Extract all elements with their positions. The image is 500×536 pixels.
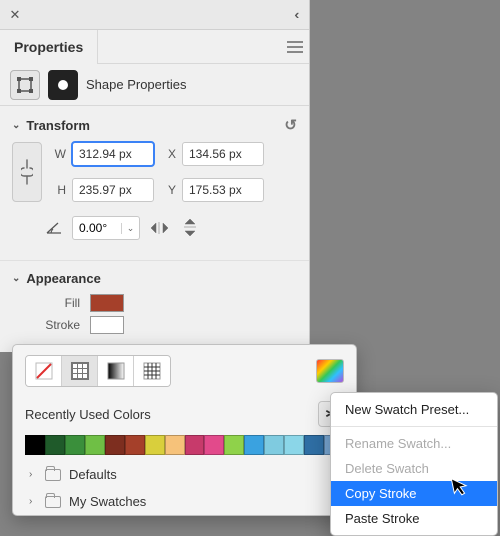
recent-swatch[interactable] [284, 435, 304, 455]
y-label: Y [160, 183, 176, 197]
chevron-down-icon[interactable]: ⌄ [12, 120, 20, 131]
menu-item[interactable]: New Swatch Preset... [331, 397, 497, 422]
chevron-down-icon[interactable]: ⌄ [12, 273, 20, 284]
recent-swatch[interactable] [165, 435, 185, 455]
appearance-section: ⌄ Appearance Fill Stroke [0, 261, 309, 352]
transform-heading: Transform [26, 118, 90, 133]
x-label: X [160, 147, 176, 161]
width-field[interactable]: 312.94 px [72, 142, 154, 166]
gradient-icon[interactable] [98, 356, 134, 386]
recent-swatches [13, 435, 356, 461]
color-picker-icon[interactable] [316, 359, 344, 383]
properties-panel: ✕ ‹‹ Properties Shape Properties ⌄ Trans… [0, 0, 310, 352]
context-menu: New Swatch Preset... Rename Swatch...Dele… [330, 392, 498, 536]
recent-swatch[interactable] [45, 435, 65, 455]
color-popup: Recently Used Colors ✲ › Defaults › My S… [12, 344, 357, 516]
angle-icon [46, 222, 62, 234]
color-mode-segmented [25, 355, 171, 387]
folder-label: My Swatches [69, 494, 146, 509]
link-dimensions-icon[interactable] [12, 142, 42, 202]
x-field[interactable]: 134.56 px [182, 142, 264, 166]
flip-horizontal-icon[interactable] [150, 220, 170, 236]
bounding-box-icon[interactable] [10, 70, 40, 100]
height-field[interactable]: 235.97 px [72, 178, 154, 202]
fill-swatch[interactable] [90, 294, 124, 312]
panel-titlebar: ✕ ‹‹ [0, 0, 309, 30]
menu-item[interactable]: Paste Stroke [331, 506, 497, 531]
collapse-icon[interactable]: ‹‹ [295, 7, 301, 22]
fill-label: Fill [36, 296, 80, 310]
recent-colors-label: Recently Used Colors [25, 407, 151, 422]
flip-vertical-icon[interactable] [180, 220, 200, 236]
recent-swatch[interactable] [304, 435, 324, 455]
tab-properties[interactable]: Properties [0, 30, 98, 64]
close-icon[interactable]: ✕ [8, 8, 22, 22]
height-label: H [50, 183, 66, 197]
menu-item[interactable]: Copy Stroke [331, 481, 497, 506]
recent-swatch[interactable] [145, 435, 165, 455]
recent-swatch[interactable] [185, 435, 205, 455]
folder-icon [45, 469, 61, 481]
chevron-down-icon[interactable]: ⌄ [121, 223, 139, 234]
width-label: W [50, 147, 66, 161]
subheader: Shape Properties [0, 64, 309, 106]
panel-menu-icon[interactable] [281, 35, 309, 59]
y-field[interactable]: 175.53 px [182, 178, 264, 202]
menu-item: Delete Swatch [331, 456, 497, 481]
recent-swatch[interactable] [244, 435, 264, 455]
recent-swatch[interactable] [25, 435, 45, 455]
folder-defaults[interactable]: › Defaults [13, 461, 356, 488]
stroke-label: Stroke [36, 318, 80, 332]
mask-icon[interactable] [48, 70, 78, 100]
recent-swatch[interactable] [85, 435, 105, 455]
menu-item: Rename Swatch... [331, 431, 497, 456]
folder-icon [45, 496, 61, 508]
swatches-icon[interactable] [62, 356, 98, 386]
reset-icon[interactable]: ↺ [284, 116, 297, 134]
none-color-icon[interactable] [26, 356, 62, 386]
chevron-right-icon: › [29, 496, 37, 507]
appearance-heading: Appearance [26, 271, 100, 286]
recent-swatch[interactable] [105, 435, 125, 455]
recent-swatch[interactable] [125, 435, 145, 455]
recent-swatch[interactable] [65, 435, 85, 455]
recent-swatch[interactable] [204, 435, 224, 455]
recent-swatch[interactable] [264, 435, 284, 455]
folder-my-swatches[interactable]: › My Swatches [13, 488, 356, 515]
panel-tabs: Properties [0, 30, 309, 64]
chevron-right-icon: › [29, 469, 37, 480]
angle-field[interactable]: 0.00°⌄ [72, 216, 140, 240]
subheader-title: Shape Properties [86, 77, 186, 92]
folder-label: Defaults [69, 467, 117, 482]
recent-swatch[interactable] [224, 435, 244, 455]
stroke-swatch[interactable] [90, 316, 124, 334]
pattern-icon[interactable] [134, 356, 170, 386]
transform-section: ⌄ Transform ↺ W 312.94 px X 134.56 px H … [0, 106, 309, 261]
